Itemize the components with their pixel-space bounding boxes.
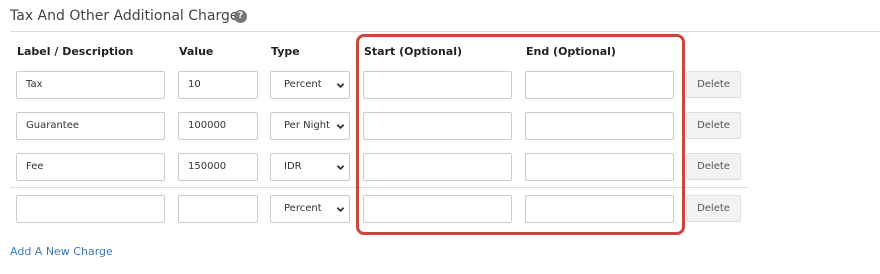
add-new-charge-link[interactable]: Add A New Charge: [10, 245, 113, 258]
chevron-down-icon: [336, 124, 345, 130]
type-select-value: Percent: [284, 203, 322, 214]
column-header-label: Label / Description: [17, 45, 134, 58]
value-input[interactable]: 150000: [178, 153, 258, 181]
type-select-value: IDR: [284, 161, 302, 172]
section-title: Tax And Other Additional Charges: [10, 8, 246, 24]
value-input[interactable]: 100000: [178, 112, 258, 140]
column-header-value: Value: [179, 45, 214, 58]
value-input[interactable]: [178, 195, 258, 223]
delete-button[interactable]: Delete: [686, 71, 741, 98]
type-select[interactable]: Per Night: [270, 112, 350, 140]
label-input[interactable]: Fee: [16, 153, 165, 181]
delete-button[interactable]: Delete: [686, 112, 741, 139]
highlight-annotation: [356, 34, 685, 235]
chevron-down-icon: [336, 207, 345, 213]
title-divider: [10, 31, 880, 32]
delete-button[interactable]: Delete: [686, 153, 741, 180]
label-input[interactable]: Guarantee: [16, 112, 165, 140]
type-select[interactable]: Percent: [270, 71, 350, 99]
label-input[interactable]: Tax: [16, 71, 165, 99]
value-input[interactable]: 10: [178, 71, 258, 99]
type-select[interactable]: IDR: [270, 153, 350, 181]
chevron-down-icon: [336, 83, 345, 89]
delete-button[interactable]: Delete: [686, 195, 741, 222]
help-icon[interactable]: ?: [234, 10, 247, 23]
type-select[interactable]: Percent: [270, 195, 350, 223]
column-header-type: Type: [271, 45, 300, 58]
chevron-down-icon: [336, 165, 345, 171]
type-select-value: Per Night: [284, 120, 330, 131]
label-input[interactable]: [16, 195, 165, 223]
type-select-value: Percent: [284, 79, 322, 90]
